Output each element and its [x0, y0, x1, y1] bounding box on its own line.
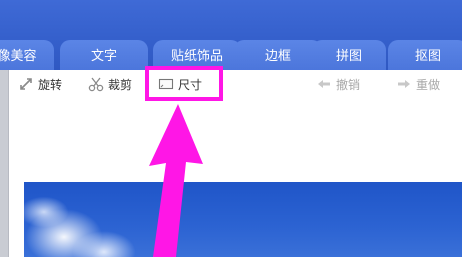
undo-label: 撤销: [336, 77, 361, 92]
crop-label: 裁剪: [108, 77, 133, 92]
redo-button[interactable]: 重做: [396, 70, 440, 98]
crop-button[interactable]: 裁剪: [88, 70, 132, 98]
arrow-left-icon: [316, 76, 332, 92]
rotate-icon: [18, 76, 34, 92]
tab-collage[interactable]: 拼图: [312, 40, 386, 70]
tab-image-beauty[interactable]: 像美容: [0, 40, 54, 70]
arrow-right-icon: [396, 76, 412, 92]
photo-preview: [24, 182, 462, 257]
tab-label: 文字: [90, 48, 117, 64]
scissors-icon: [88, 76, 104, 92]
rotate-button[interactable]: 旋转: [18, 70, 62, 98]
edit-toolbar: 旋转 裁剪 尺寸 撤销 重做: [0, 70, 462, 102]
tab-cutout[interactable]: 抠图: [388, 40, 462, 70]
tab-label: 抠图: [414, 48, 441, 64]
tab-border[interactable]: 边框: [234, 40, 322, 70]
tab-label: 边框: [264, 48, 291, 64]
highlight-box: [145, 66, 223, 101]
tab-label: 贴纸饰品: [170, 48, 223, 64]
tab-text[interactable]: 文字: [60, 40, 148, 70]
rotate-label: 旋转: [38, 77, 63, 92]
redo-label: 重做: [416, 77, 441, 92]
tab-label: 像美容: [0, 48, 37, 64]
undo-button[interactable]: 撤销: [316, 70, 360, 98]
tab-label: 拼图: [335, 48, 362, 64]
left-gutter: [0, 70, 9, 257]
tab-bar: 像美容 文字 贴纸饰品 边框 拼图 抠图: [0, 0, 462, 70]
